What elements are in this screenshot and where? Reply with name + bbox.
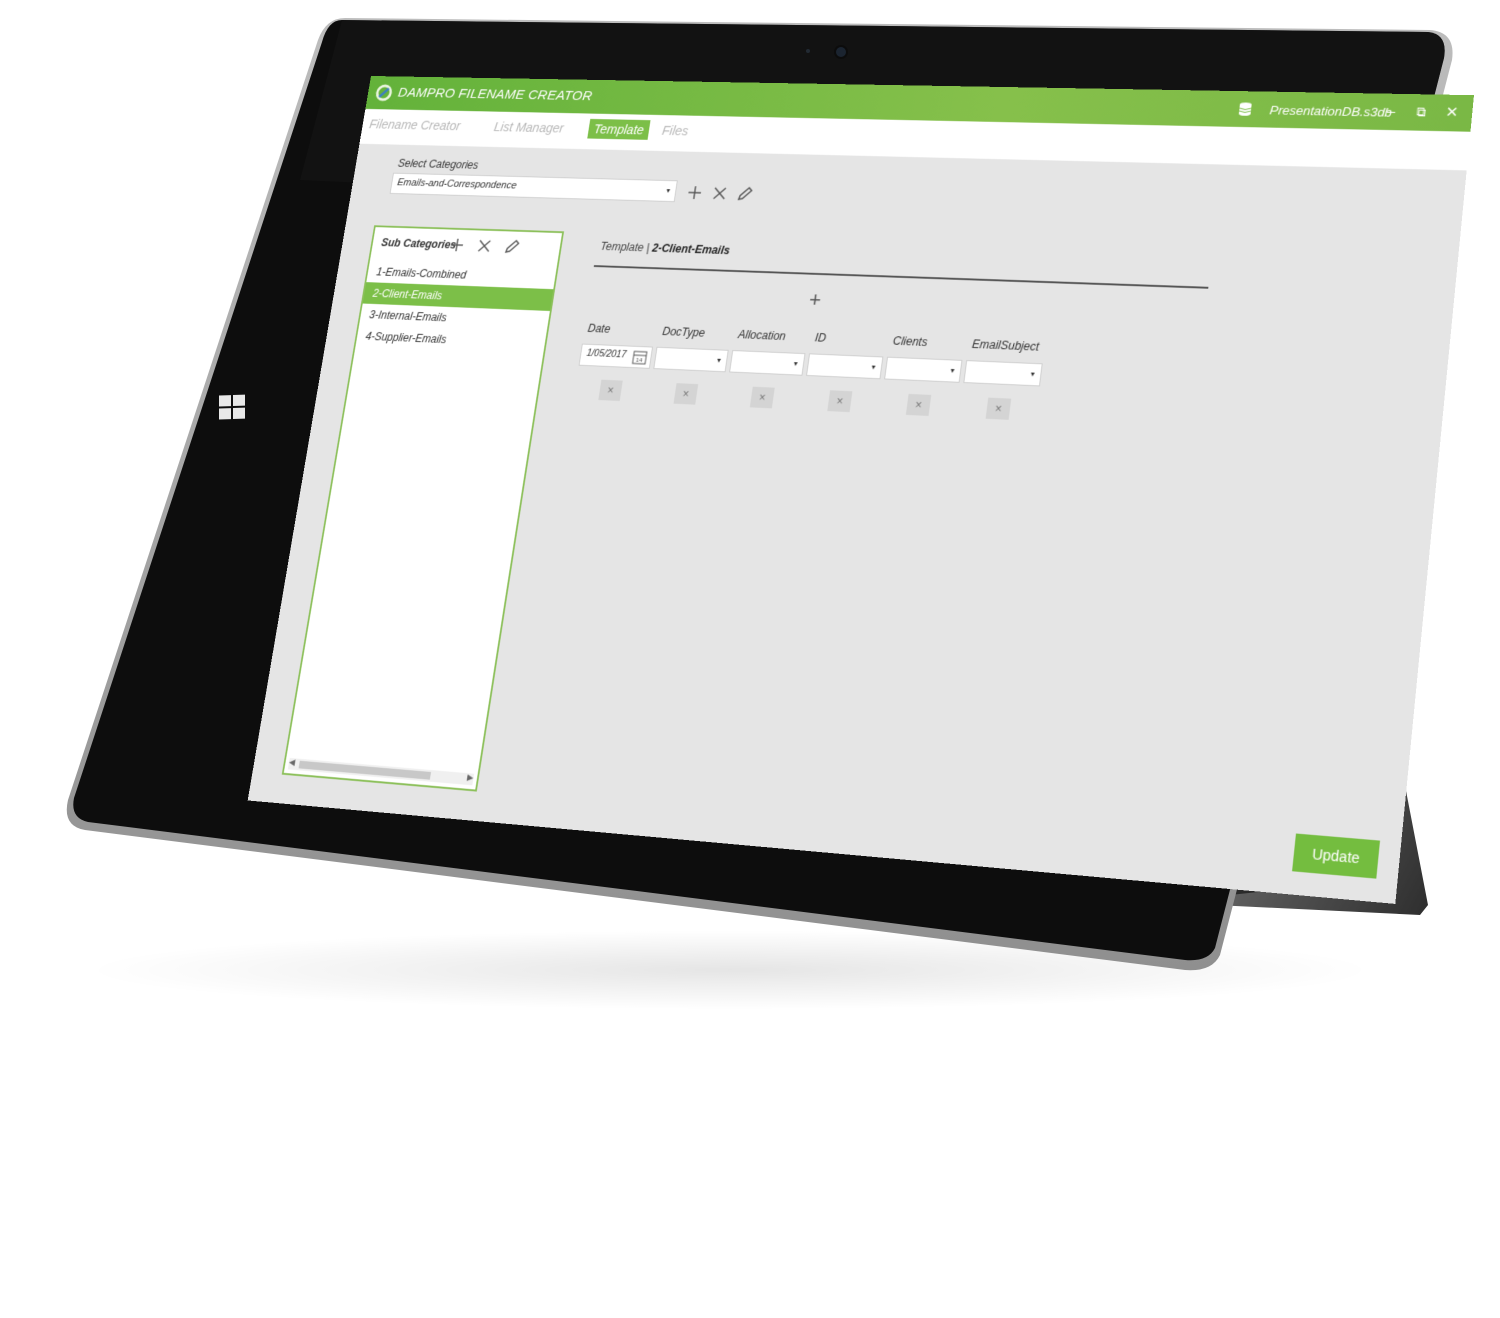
calendar-icon[interactable]: 14 <box>632 350 648 365</box>
scroll-right-arrow-icon[interactable]: ▶ <box>466 772 475 783</box>
field-label-doctype: DocType <box>661 324 706 340</box>
app-title: DAMPRO FILENAME CREATOR <box>396 85 594 104</box>
chevron-down-icon: ▾ <box>793 359 799 368</box>
field-label-clients: Clients <box>892 334 929 349</box>
id-dropdown[interactable]: ▾ <box>806 353 884 380</box>
chevron-down-icon: ▾ <box>716 355 722 365</box>
chevron-down-icon: ▾ <box>665 186 671 195</box>
database-icon <box>1237 102 1254 116</box>
select-categories-label: Select Categories <box>397 156 480 172</box>
remove-clients-field-button[interactable]: × <box>905 393 932 416</box>
category-dropdown[interactable]: Emails-and-Correspondence ▾ <box>389 172 678 203</box>
tab-files[interactable]: Files <box>655 120 695 141</box>
field-label-date: Date <box>586 321 612 336</box>
template-breadcrumb: Template | 2-Client-Emails <box>599 240 730 257</box>
app-window: DAMPRO FILENAME CREATOR PresentationDB.s… <box>247 76 1474 904</box>
emailsubject-dropdown[interactable]: ▾ <box>963 360 1043 387</box>
front-camera <box>836 47 846 57</box>
add-field-plus-icon[interactable]: + <box>808 288 823 313</box>
remove-doctype-field-button[interactable]: × <box>673 383 699 405</box>
sub-categories-header: Sub Categories <box>380 236 458 252</box>
chevron-down-icon: ▾ <box>871 362 876 372</box>
field-label-emailsubject: EmailSubject <box>971 337 1040 354</box>
breadcrumb-current: 2-Client-Emails <box>651 241 731 257</box>
scrollbar-thumb[interactable] <box>298 760 432 780</box>
tab-template[interactable]: Template <box>587 118 651 140</box>
update-button[interactable]: Update <box>1292 833 1381 879</box>
remove-id-field-button[interactable]: × <box>827 390 853 413</box>
tab-list-manager[interactable]: List Manager <box>487 117 570 138</box>
edit-subcategory-pencil-icon[interactable] <box>501 237 523 257</box>
remove-allocation-field-button[interactable]: × <box>749 386 775 409</box>
allocation-dropdown[interactable]: ▾ <box>729 350 806 376</box>
delete-subcategory-x-icon[interactable] <box>473 236 495 256</box>
chevron-down-icon: ▾ <box>1030 369 1036 379</box>
scroll-left-arrow-icon[interactable]: ◀ <box>288 757 296 768</box>
breadcrumb-prefix: Template | <box>599 239 651 255</box>
field-label-allocation: Allocation <box>737 327 787 343</box>
remove-emailsubject-field-button[interactable]: × <box>985 397 1012 420</box>
edit-category-pencil-icon[interactable] <box>733 184 756 205</box>
delete-category-x-icon[interactable] <box>708 183 731 204</box>
add-category-plus-icon[interactable] <box>683 182 706 202</box>
minimize-button[interactable]: – <box>1380 102 1402 121</box>
svg-text:14: 14 <box>635 357 643 364</box>
date-value: 1/05/2017 <box>585 348 627 361</box>
date-picker[interactable]: 1/05/2017 14 <box>578 343 654 369</box>
chevron-down-icon: ▾ <box>950 366 955 375</box>
add-subcategory-plus-icon[interactable] <box>446 235 468 255</box>
restore-button[interactable]: ⧉ <box>1410 103 1432 123</box>
category-value: Emails-and-Correspondence <box>396 177 518 192</box>
breadcrumb-divider <box>593 265 1209 289</box>
database-name: PresentationDB.s3db <box>1268 102 1393 120</box>
close-button[interactable]: ✕ <box>1441 103 1463 123</box>
remove-date-field-button[interactable]: × <box>598 379 623 402</box>
app-logo-icon <box>373 83 395 102</box>
field-label-id: ID <box>814 331 828 345</box>
sensor-dot <box>806 49 810 53</box>
horizontal-scrollbar[interactable]: ◀ ▶ <box>287 757 475 786</box>
clients-dropdown[interactable]: ▾ <box>884 356 963 383</box>
doctype-dropdown[interactable]: ▾ <box>653 346 729 373</box>
windows-logo-icon[interactable] <box>219 394 247 422</box>
tab-filename-creator[interactable]: Filename Creator <box>363 114 467 135</box>
